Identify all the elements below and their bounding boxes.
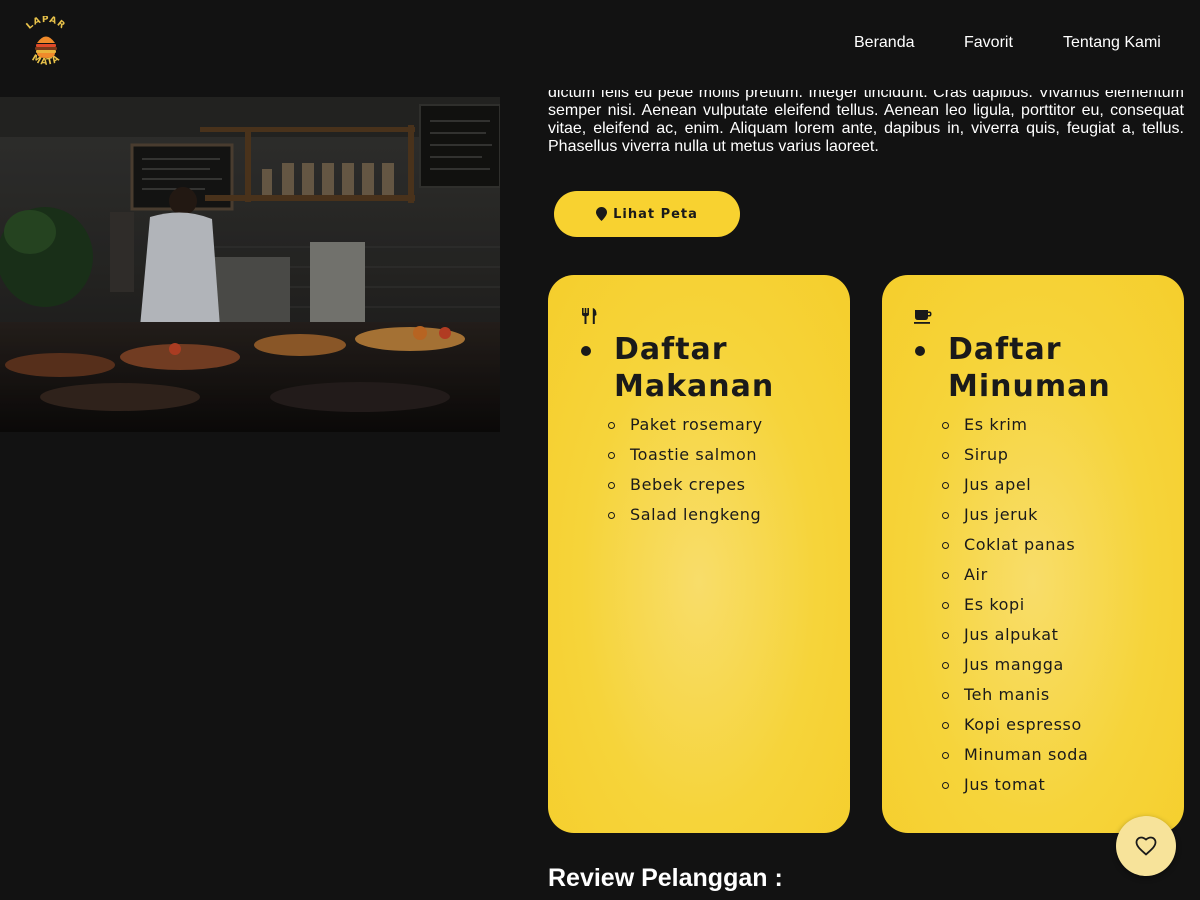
site-header: LAPAR MATA Beranda Favorit Tentang Kami [0,0,1200,90]
drink-menu-list: Es krim Sirup Jus apel Jus jeruk Coklat … [940,413,1088,803]
drink-menu-title: Daftar Minuman [948,332,1111,404]
food-item: Paket rosemary [606,413,763,443]
intro-text: Lorem ipsum dolor sit amet, consectetuer… [548,84,1184,155]
drink-item: Air [940,563,1088,593]
coffee-cup-icon [914,307,932,325]
nav-favorit[interactable]: Favorit [964,34,1013,52]
drink-item: Sirup [940,443,1088,473]
food-item: Bebek crepes [606,473,763,503]
intro-paragraph: Lorem ipsum dolor sit amet, consectetuer… [548,84,1184,176]
view-map-button[interactable]: Lihat Peta [554,191,740,237]
heart-icon [1135,836,1157,856]
drink-menu-card: Daftar Minuman Es krim Sirup Jus apel Ju… [882,275,1184,833]
favorite-button[interactable] [1116,816,1176,876]
drink-item: Jus tomat [940,773,1088,803]
drink-item: Jus mangga [940,653,1088,683]
drink-item: Kopi espresso [940,713,1088,743]
drink-item: Minuman soda [940,743,1088,773]
view-map-label: Lihat Peta [613,206,698,222]
food-item: Toastie salmon [606,443,763,473]
page: LAPAR MATA Beranda Favorit Tentang Kami [0,0,1200,900]
nav-beranda[interactable]: Beranda [854,34,915,52]
drink-item: Es kopi [940,593,1088,623]
reviews-heading: Review Pelanggan : [548,864,783,892]
site-logo[interactable]: LAPAR MATA [16,16,76,74]
burger-logo-icon: LAPAR MATA [25,16,67,68]
drink-item: Jus alpukat [940,623,1088,653]
drink-item: Jus apel [940,473,1088,503]
food-menu-title: Daftar Makanan [614,332,775,404]
drink-item: Jus jeruk [940,503,1088,533]
food-menu-card: Daftar Makanan Paket rosemary Toastie sa… [548,275,850,833]
drink-title-bullet [915,346,925,356]
drink-item: Teh manis [940,683,1088,713]
food-menu-list: Paket rosemary Toastie salmon Bebek crep… [606,413,763,533]
map-pin-icon [596,207,608,221]
restaurant-photo [0,97,500,432]
drink-item: Es krim [940,413,1088,443]
food-title-bullet [581,346,591,356]
food-item: Salad lengkeng [606,503,763,533]
fork-knife-icon [580,307,598,325]
svg-text:LAPAR: LAPAR [25,16,67,32]
drink-item: Coklat panas [940,533,1088,563]
logo-text-top: LAPAR [25,16,66,32]
nav-tentang-kami[interactable]: Tentang Kami [1063,34,1161,52]
